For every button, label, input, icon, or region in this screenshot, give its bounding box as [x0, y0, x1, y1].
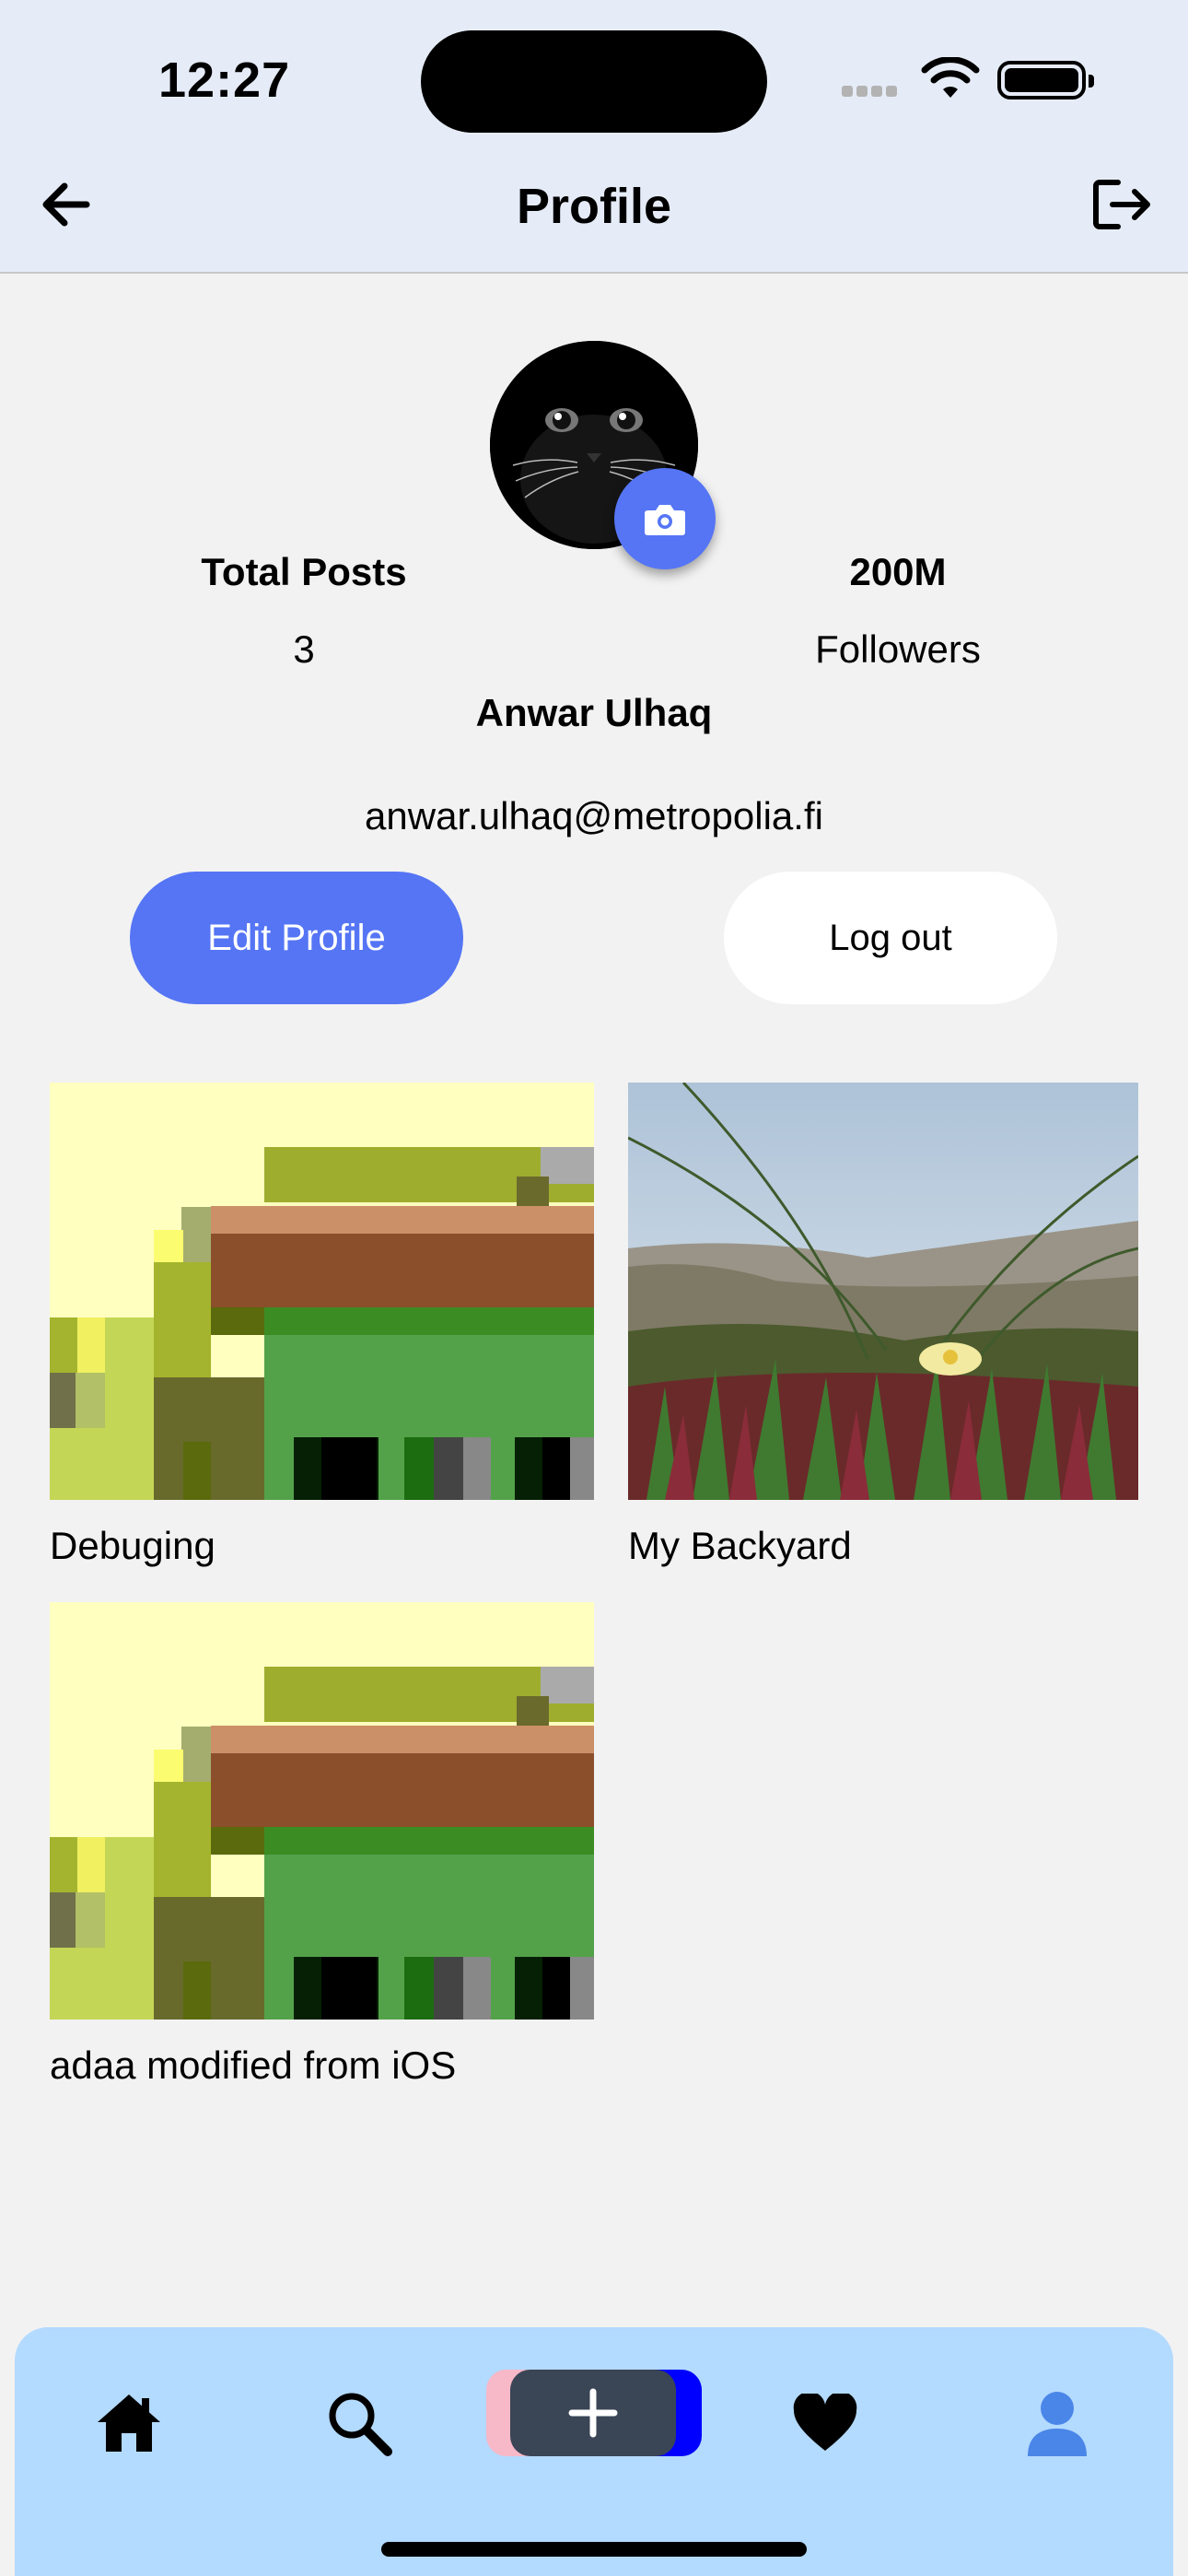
page-title: Profile	[516, 179, 672, 234]
edit-profile-button[interactable]: Edit Profile	[130, 872, 463, 1004]
top-bar: 12:27 Profile	[0, 0, 1188, 274]
home-icon	[98, 2395, 160, 2452]
home-indicator	[381, 2542, 807, 2557]
post-caption: Debuging	[50, 1524, 215, 1567]
post-caption: My Backyard	[628, 1524, 852, 1567]
dynamic-island	[421, 30, 767, 133]
profile-icon	[1028, 2392, 1087, 2456]
tab-home[interactable]	[83, 2377, 175, 2469]
tab-profile[interactable]	[1011, 2377, 1103, 2469]
search-icon	[329, 2393, 392, 2456]
change-photo-button[interactable]	[614, 468, 716, 569]
post-item[interactable]: adaa modified from iOS	[50, 1602, 594, 2088]
add-icon	[568, 2388, 618, 2438]
exit-icon	[1093, 180, 1150, 229]
post-caption: adaa modified from iOS	[50, 2043, 457, 2087]
status-time: 12:27	[158, 53, 291, 108]
camera-icon	[645, 505, 685, 535]
followers-label: Followers	[815, 627, 981, 671]
followers-stat: 200M Followers	[705, 550, 1091, 672]
tab-favorites[interactable]	[779, 2377, 871, 2469]
cellular-signal-icon	[842, 85, 906, 98]
followers-value: 200M	[849, 550, 947, 593]
total-posts-stat: Total Posts 3	[111, 550, 497, 672]
battery-icon	[997, 61, 1094, 100]
logout-button[interactable]: Log out	[724, 872, 1057, 1004]
total-posts-value: 3	[293, 627, 315, 671]
post-item[interactable]: Debuging	[50, 1083, 594, 1568]
add-post-button[interactable]	[486, 2370, 702, 2456]
profile-email: anwar.ulhaq@metropolia.fi	[365, 794, 823, 837]
logout-header-button[interactable]	[1090, 175, 1155, 234]
tab-search[interactable]	[313, 2377, 405, 2469]
total-posts-label: Total Posts	[201, 550, 407, 593]
wifi-icon	[921, 57, 980, 98]
profile-name: Anwar Ulhaq	[475, 691, 713, 734]
post-thumbnail	[628, 1083, 1138, 1500]
post-thumbnail	[50, 1602, 594, 2020]
post-thumbnail	[50, 1083, 594, 1500]
post-item[interactable]: My Backyard	[628, 1083, 1138, 1568]
heart-icon	[793, 2394, 857, 2451]
